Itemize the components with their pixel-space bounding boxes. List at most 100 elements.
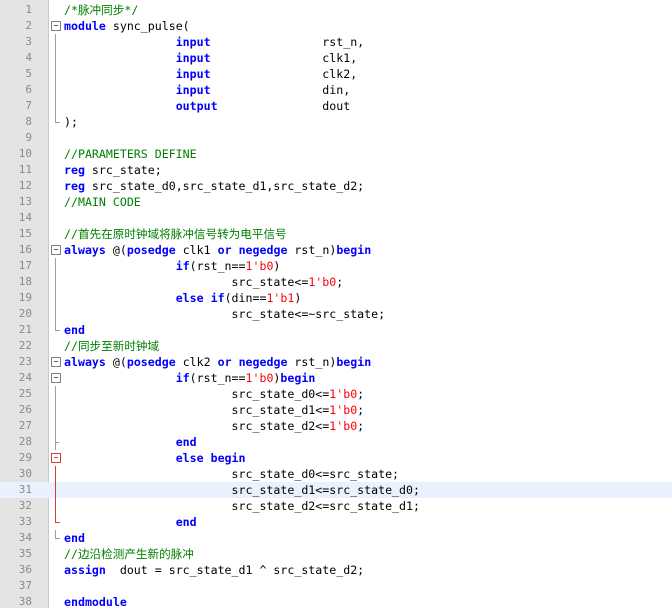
code-token: ; bbox=[357, 387, 365, 401]
keyword-token: begin bbox=[336, 355, 372, 369]
line-text: input din, bbox=[64, 82, 351, 98]
line-number: 9 bbox=[25, 131, 32, 144]
code-line[interactable]: 20 src_state<=~src_state; bbox=[0, 306, 672, 322]
code-line[interactable]: 10 //PARAMETERS DEFINE bbox=[0, 146, 672, 162]
fold-collapse-icon[interactable] bbox=[50, 370, 62, 386]
keyword-token: negedge bbox=[238, 243, 288, 257]
line-number: 36 bbox=[18, 563, 32, 576]
keyword-token: input bbox=[175, 35, 211, 49]
line-text: end bbox=[64, 530, 85, 546]
code-line[interactable]: 3 input rst_n, bbox=[0, 34, 672, 50]
code-line[interactable]: 34 end bbox=[0, 530, 672, 546]
code-line[interactable]: 33 end bbox=[0, 514, 672, 530]
line-text: src_state<=1'b0; bbox=[64, 274, 344, 290]
code-line[interactable]: 23 always @(posedge clk2 or negedge rst_n… bbox=[0, 354, 672, 370]
line-text: src_state_d1<=1'b0; bbox=[64, 402, 365, 418]
code-token: rst_n, bbox=[210, 35, 365, 49]
line-number: 35 bbox=[18, 547, 32, 560]
code-line[interactable]: 14 bbox=[0, 210, 672, 226]
code-token: @( bbox=[105, 355, 127, 369]
keyword-token: or bbox=[217, 355, 232, 369]
code-line[interactable]: 36 assign dout = src_state_d1 ^ src_state… bbox=[0, 562, 672, 578]
line-number: 30 bbox=[18, 467, 32, 480]
code-line[interactable]: 12 reg src_state_d0,src_state_d1,src_stat… bbox=[0, 178, 672, 194]
fold-end-marker bbox=[50, 114, 62, 130]
fold-collapse-icon[interactable] bbox=[50, 242, 62, 258]
line-text: module sync_pulse( bbox=[64, 18, 190, 34]
code-line[interactable]: 4 input clk1, bbox=[0, 50, 672, 66]
keyword-token: else bbox=[175, 451, 204, 465]
line-text: input rst_n, bbox=[64, 34, 364, 50]
code-line[interactable]: 1 /*脉冲同步*/ bbox=[0, 2, 672, 18]
code-line[interactable]: 28 end bbox=[0, 434, 672, 450]
keyword-token: input bbox=[175, 83, 211, 97]
code-line[interactable]: 35 //边沿检测产生新的脉冲 bbox=[0, 546, 672, 562]
code-line[interactable]: 16 always @(posedge clk1 or negedge rst_n… bbox=[0, 242, 672, 258]
fold-guide-line bbox=[50, 274, 62, 290]
line-text: assign dout = src_state_d1 ^ src_state_d… bbox=[64, 562, 364, 578]
code-line[interactable]: 8); bbox=[0, 114, 672, 130]
line-number: 24 bbox=[18, 371, 32, 384]
code-line[interactable]: 30 src_state_d0<=src_state; bbox=[0, 466, 672, 482]
fold-guide-line bbox=[50, 418, 62, 434]
code-line[interactable]: 9 bbox=[0, 130, 672, 146]
code-line[interactable]: 22 //同步至新时钟域 bbox=[0, 338, 672, 354]
code-line[interactable]: 2 module sync_pulse( bbox=[0, 18, 672, 34]
code-line[interactable]: 24 if(rst_n==1'b0)begin bbox=[0, 370, 672, 386]
code-line[interactable]: 18 src_state<=1'b0; bbox=[0, 274, 672, 290]
code-line[interactable]: 27 src_state_d2<=1'b0; bbox=[0, 418, 672, 434]
line-number: 34 bbox=[18, 531, 32, 544]
code-line[interactable]: 6 input din, bbox=[0, 82, 672, 98]
code-token: dout = src_state_d1 ^ src_state_d2; bbox=[105, 563, 365, 577]
fold-collapse-icon[interactable] bbox=[50, 354, 62, 370]
code-line[interactable]: 5 input clk2, bbox=[0, 66, 672, 82]
line-text: always @(posedge clk2 or negedge rst_n)b… bbox=[64, 354, 371, 370]
keyword-token: end bbox=[175, 435, 197, 449]
code-line[interactable]: 31 src_state_d1<=src_state_d0; bbox=[0, 482, 672, 498]
code-line[interactable]: 17 if(rst_n==1'b0) bbox=[0, 258, 672, 274]
number-token: 1'b0 bbox=[329, 403, 358, 417]
code-editor[interactable]: 1/*脉冲同步*/2 module sync_pulse(3 input rst_… bbox=[0, 0, 672, 609]
code-token: dout bbox=[217, 99, 351, 113]
code-line[interactable]: 13 //MAIN CODE bbox=[0, 194, 672, 210]
code-line[interactable]: 21 end bbox=[0, 322, 672, 338]
line-number: 15 bbox=[18, 227, 32, 240]
code-token: (din== bbox=[224, 291, 267, 305]
keyword-token: reg bbox=[64, 179, 85, 193]
line-text: input clk1, bbox=[64, 50, 358, 66]
fold-collapse-icon[interactable] bbox=[50, 450, 62, 466]
code-token: (rst_n== bbox=[189, 259, 246, 273]
fold-collapse-icon[interactable] bbox=[50, 18, 62, 34]
keyword-token: always bbox=[64, 355, 106, 369]
code-token: src_state; bbox=[84, 163, 162, 177]
line-number: 23 bbox=[18, 355, 32, 368]
line-text: reg src_state_d0,src_state_d1,src_state_… bbox=[64, 178, 364, 194]
comment-token: //MAIN CODE bbox=[64, 195, 141, 209]
code-line[interactable]: 25 src_state_d0<=1'b0; bbox=[0, 386, 672, 402]
line-number: 3 bbox=[25, 35, 32, 48]
code-line[interactable]: 29 else begin bbox=[0, 450, 672, 466]
line-number: 29 bbox=[18, 451, 32, 464]
code-token: src_state<= bbox=[64, 275, 309, 289]
code-line[interactable]: 11 reg src_state; bbox=[0, 162, 672, 178]
fold-guide-line bbox=[50, 82, 62, 98]
line-text: //首先在原时钟域将脉冲信号转为电平信号 bbox=[64, 226, 287, 242]
line-number: 4 bbox=[25, 51, 32, 64]
code-line[interactable]: 7 output dout bbox=[0, 98, 672, 114]
line-number: 2 bbox=[25, 19, 32, 32]
code-line[interactable]: 37 bbox=[0, 578, 672, 594]
keyword-token: else bbox=[175, 291, 204, 305]
code-line[interactable]: 19 else if(din==1'b1) bbox=[0, 290, 672, 306]
code-line[interactable]: 32 src_state_d2<=src_state_d1; bbox=[0, 498, 672, 514]
keyword-token: end bbox=[64, 531, 85, 545]
code-line[interactable]: 15 //首先在原时钟域将脉冲信号转为电平信号 bbox=[0, 226, 672, 242]
code-token: din, bbox=[210, 83, 351, 97]
number-token: 1'b0 bbox=[245, 371, 274, 385]
line-text: input clk2, bbox=[64, 66, 358, 82]
code-line[interactable]: 26 src_state_d1<=1'b0; bbox=[0, 402, 672, 418]
code-token: ; bbox=[336, 275, 344, 289]
line-text: src_state_d2<=1'b0; bbox=[64, 418, 365, 434]
